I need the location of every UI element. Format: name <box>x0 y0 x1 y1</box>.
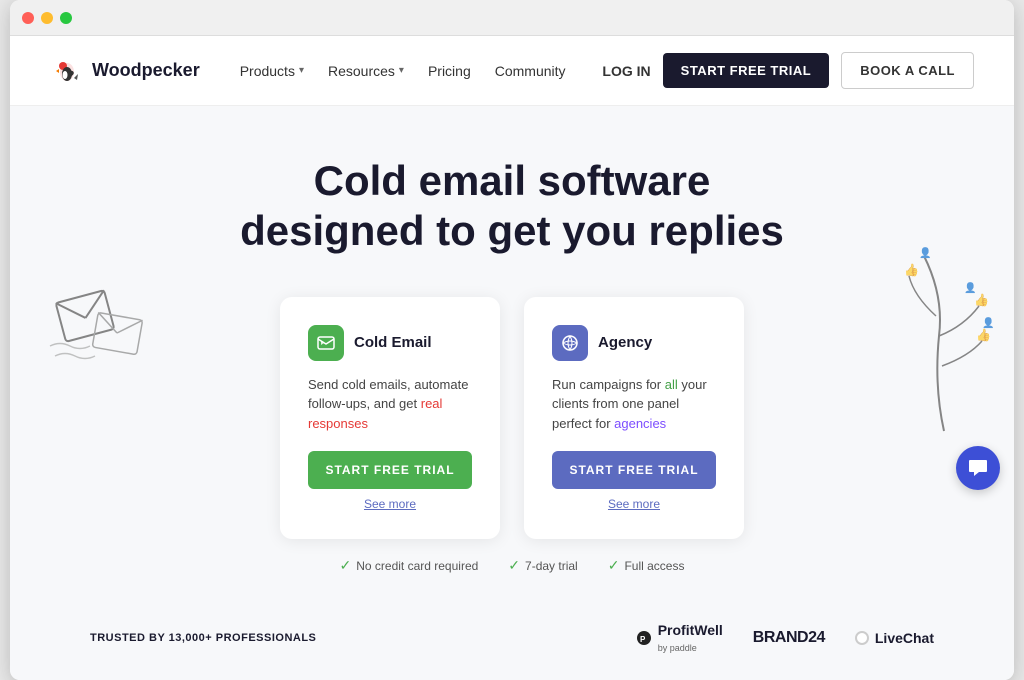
svg-text:P: P <box>640 635 646 644</box>
cold-email-card-title: Cold Email <box>354 334 432 351</box>
browser-titlebar <box>10 0 1014 36</box>
cold-email-card: Cold Email Send cold emails, automate fo… <box>280 297 500 540</box>
nav-right: LOG IN START FREE TRIAL BOOK A CALL <box>602 52 974 89</box>
agency-icon <box>552 325 588 361</box>
trusted-label: TRUSTED BY 13,000+ PROFESSIONALS <box>90 632 316 644</box>
svg-text:👤: 👤 <box>964 281 976 294</box>
profitwell-icon: P <box>636 630 652 646</box>
browser-window: Woodpecker Products ▾ Resources ▾ Pricin… <box>10 0 1014 680</box>
livechat-logo: LiveChat <box>855 630 934 646</box>
agency-start-trial-button[interactable]: START FREE TRIAL <box>552 451 716 489</box>
svg-text:👤: 👤 <box>982 316 994 329</box>
nav-community[interactable]: Community <box>495 63 566 79</box>
check-icon: ✓ <box>608 557 620 574</box>
badge-full-access: ✓ Full access <box>608 557 685 574</box>
svg-text:👍: 👍 <box>976 328 991 342</box>
navbar: Woodpecker Products ▾ Resources ▾ Pricin… <box>10 36 1014 106</box>
nav-resources[interactable]: Resources ▾ <box>328 63 404 79</box>
nav-pricing[interactable]: Pricing <box>428 63 471 79</box>
brand24-logo: BRAND24 <box>753 629 825 647</box>
agency-card-header: Agency <box>552 325 716 361</box>
trust-badges-row: ✓ No credit card required ✓ 7-day trial … <box>50 557 974 574</box>
svg-text:👍: 👍 <box>974 293 989 307</box>
svg-text:👤: 👤 <box>919 246 931 259</box>
check-icon: ✓ <box>340 557 352 574</box>
hero-section: 👍 👍 👍 👤 👤 👤 Cold email software designed… <box>10 106 1014 604</box>
book-a-call-button[interactable]: BOOK A CALL <box>841 52 974 89</box>
agency-card-desc: Run campaigns for all your clients from … <box>552 375 716 434</box>
badge-7-day-trial: ✓ 7-day trial <box>508 557 577 574</box>
cold-email-card-header: Cold Email <box>308 325 472 361</box>
chevron-down-icon: ▾ <box>399 65 404 76</box>
close-button[interactable] <box>22 12 34 24</box>
cold-email-icon <box>308 325 344 361</box>
agency-card-title: Agency <box>598 334 652 351</box>
cards-container: Cold Email Send cold emails, automate fo… <box>50 297 974 540</box>
start-free-trial-button[interactable]: START FREE TRIAL <box>663 53 830 88</box>
livechat-dot-icon <box>855 631 869 645</box>
logos-group: P ProfitWellby paddle BRAND24 LiveChat <box>636 622 934 654</box>
login-button[interactable]: LOG IN <box>602 63 650 79</box>
woodpecker-logo-icon <box>50 54 84 88</box>
badge-no-credit-card: ✓ No credit card required <box>340 557 479 574</box>
chevron-down-icon: ▾ <box>299 65 304 76</box>
nav-links: Products ▾ Resources ▾ Pricing Community <box>240 63 583 79</box>
logo-text: Woodpecker <box>92 60 200 81</box>
minimize-button[interactable] <box>41 12 53 24</box>
svg-text:👍: 👍 <box>904 263 919 277</box>
agency-card: Agency Run campaigns for all your client… <box>524 297 744 540</box>
cold-email-start-trial-button[interactable]: START FREE TRIAL <box>308 451 472 489</box>
cold-email-card-desc: Send cold emails, automate follow-ups, a… <box>308 375 472 434</box>
nav-products[interactable]: Products ▾ <box>240 63 304 79</box>
profitwell-logo: P ProfitWellby paddle <box>636 622 723 654</box>
hero-title: Cold email software designed to get you … <box>50 156 974 257</box>
trusted-row: TRUSTED BY 13,000+ PROFESSIONALS P Profi… <box>10 604 1014 680</box>
logo-area[interactable]: Woodpecker <box>50 54 200 88</box>
maximize-button[interactable] <box>60 12 72 24</box>
check-icon: ✓ <box>508 557 520 574</box>
agency-see-more-link[interactable]: See more <box>552 497 716 511</box>
cold-email-see-more-link[interactable]: See more <box>308 497 472 511</box>
